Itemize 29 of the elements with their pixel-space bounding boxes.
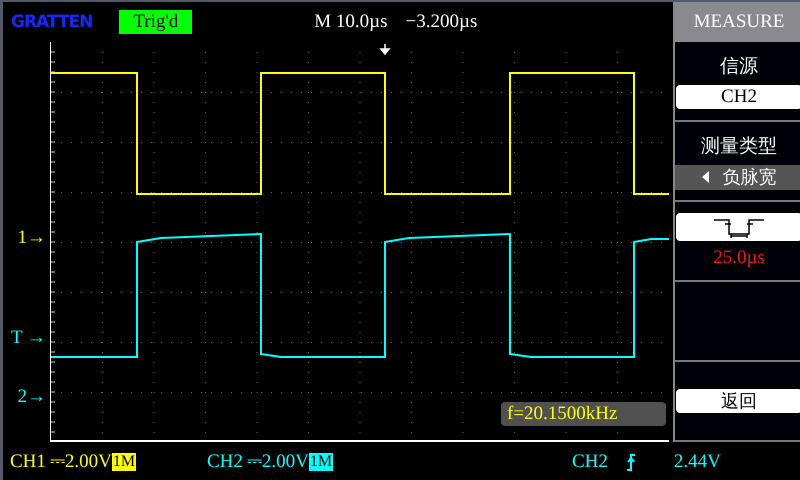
channel-name: CH2 [207,451,243,473]
channel-name: CH1 [10,451,46,473]
frequency-readout: f=20.1500kHz [501,402,666,426]
trigger-status: Trig'd [119,10,192,34]
trigger-source: CH2 [572,451,608,473]
dc-coupling-symbol: ⎓ [246,451,262,473]
trigger-position-icon [380,43,390,56]
trigger-offset: −3.200µs [406,11,478,33]
left-triangle-icon [702,171,708,183]
impedance-badge: 1M [308,453,334,471]
menu-label: 测量类型 [701,134,777,158]
brand-logo: GRATTEN [11,12,92,32]
menu-label: 信源 [720,54,758,79]
dc-coupling-symbol: ⎓ [50,451,65,473]
channel-marker: T → [10,328,46,348]
menu-title: MEASURE [675,2,800,42]
volts-per-div: 2.00V [64,451,112,473]
measurement-value: 25.0µs [713,247,765,269]
back-button[interactable]: 返回 [676,389,800,413]
measure-type-option[interactable]: 负脉宽 [675,164,800,190]
trigger-level: 2.44V [674,451,721,473]
rising-edge-icon [626,453,636,471]
source-option[interactable]: CH2 [676,85,800,109]
channel-marker: 2→ [18,387,46,407]
channel-marker: 1→ [18,228,46,248]
volts-per-div: 2.00V [262,451,309,473]
timebase: M 10.0µs [314,11,388,33]
impedance-badge: 1M [112,453,136,471]
pulse-width-button[interactable] [676,213,800,241]
